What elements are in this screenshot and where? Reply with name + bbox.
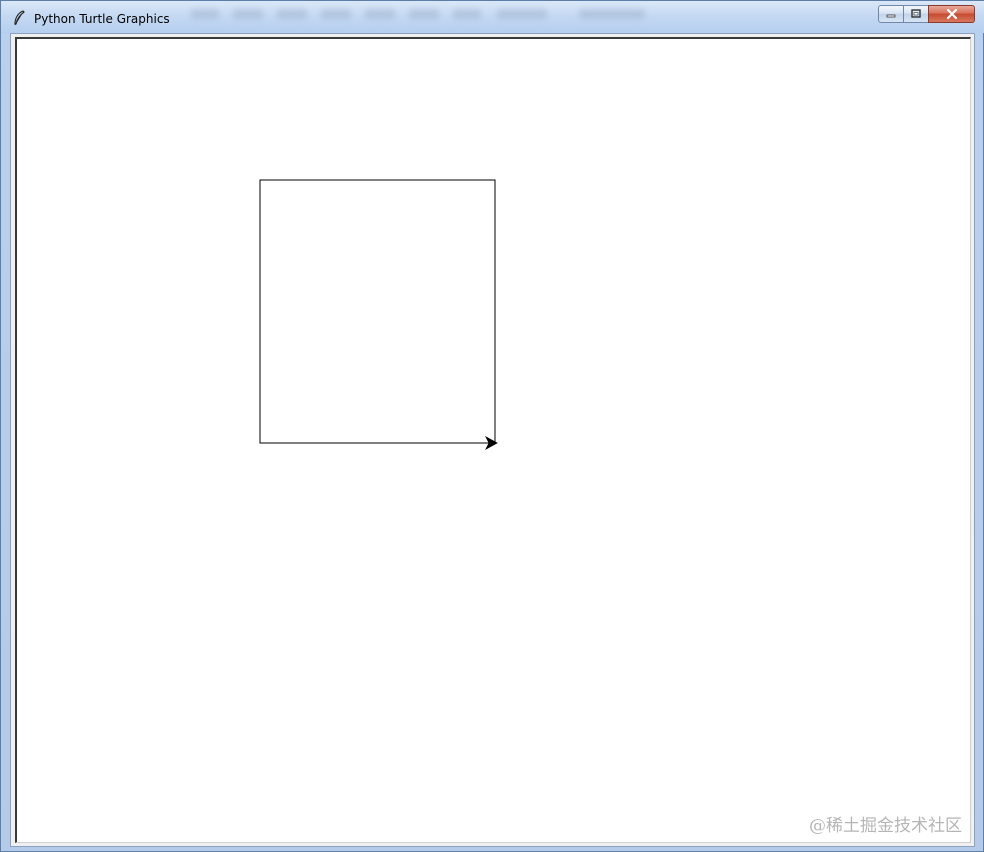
glass-blur [497,9,547,19]
caption-buttons [878,5,975,25]
turtle-canvas[interactable] [17,39,969,842]
minimize-button[interactable] [878,5,904,23]
glass-blur [321,9,351,19]
maximize-icon [911,9,921,18]
glass-blur [579,9,645,19]
title-bar[interactable]: Python Turtle Graphics [1,1,984,33]
turtle-canvas-frame: @稀土掘金技术社区 [15,37,971,843]
glass-blur [409,9,439,19]
watermark: @稀土掘金技术社区 [809,816,962,836]
glass-blur [453,9,481,19]
turtle-window: Python Turtle Graphics @稀土掘金技术社区 [0,0,984,852]
maximize-button[interactable] [903,5,929,23]
feather-icon[interactable] [12,10,26,26]
minimize-icon [886,14,896,18]
close-icon [946,8,957,20]
client-area: @稀土掘金技术社区 [10,33,975,847]
glass-blur [277,9,307,19]
glass-blur [233,9,263,19]
glass-blur [191,9,219,19]
turtle-drawn-path [259,179,496,444]
window-title: Python Turtle Graphics [34,12,170,26]
glass-blur [365,9,395,19]
close-button[interactable] [928,5,975,23]
